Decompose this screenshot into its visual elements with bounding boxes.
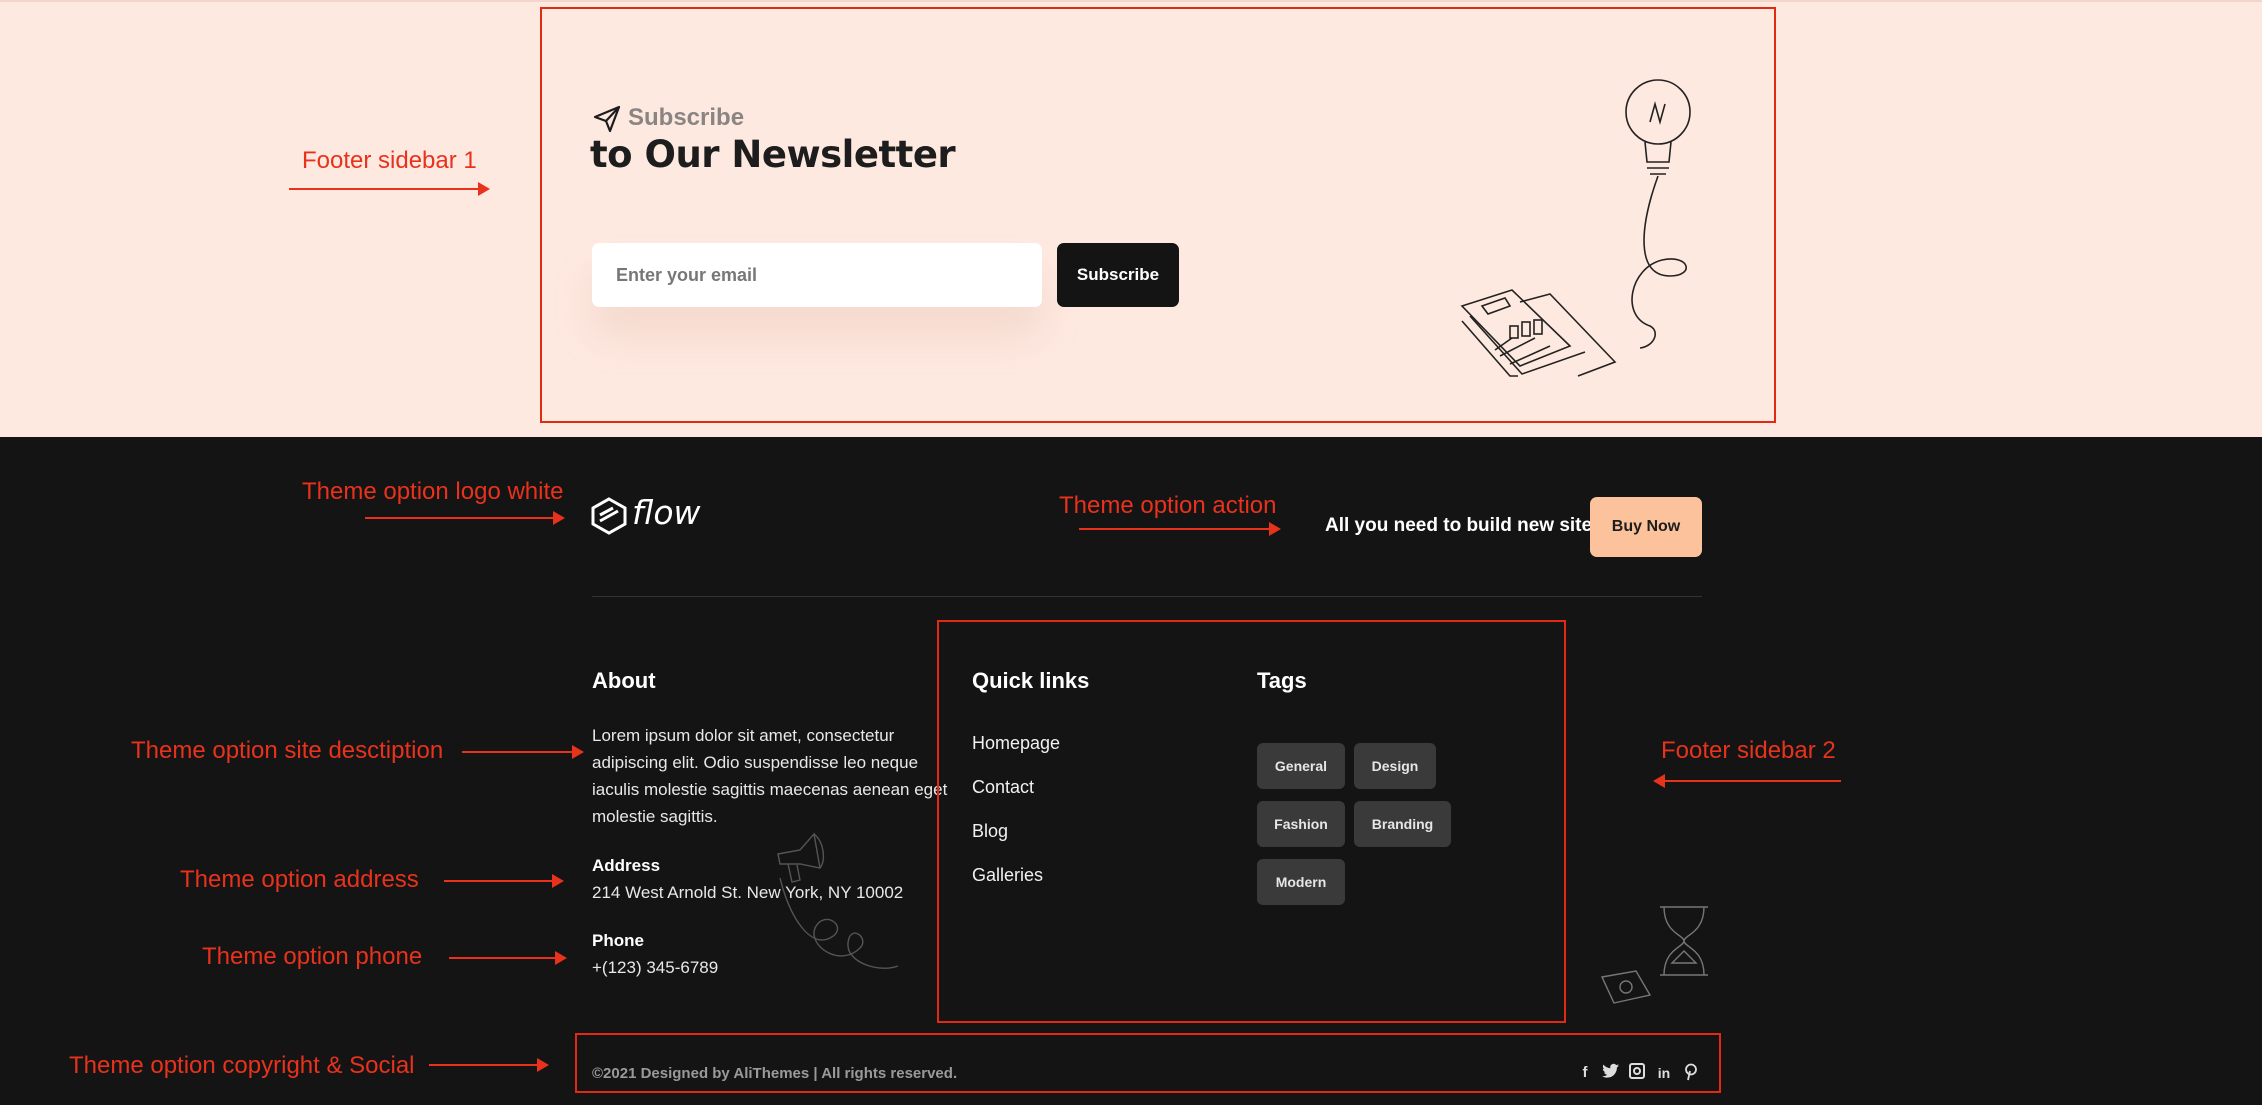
annotation-logo-white: Theme option logo white <box>302 478 564 505</box>
pinterest-icon[interactable] <box>1681 1063 1701 1083</box>
megaphone-illustration <box>770 828 910 973</box>
annotation-arrow <box>429 1058 549 1072</box>
tag-general[interactable]: General <box>1257 743 1345 789</box>
newsletter-eyebrow: Subscribe <box>628 104 745 131</box>
site-description: Lorem ipsum dolor sit amet, consectetur … <box>592 722 952 830</box>
annotation-action: Theme option action <box>1059 492 1277 519</box>
quick-link-galleries[interactable]: Galleries <box>972 865 1043 886</box>
copyright-text: ©2021 Designed by AliThemes | All rights… <box>592 1065 958 1082</box>
email-input[interactable] <box>592 243 1042 307</box>
quick-link-blog[interactable]: Blog <box>972 821 1008 842</box>
annotation-arrow <box>289 182 490 196</box>
facebook-icon[interactable]: f <box>1575 1063 1595 1083</box>
annotation-arrow <box>1079 522 1281 536</box>
twitter-icon[interactable] <box>1601 1063 1621 1083</box>
instagram-icon[interactable] <box>1627 1063 1647 1083</box>
address-label: Address <box>592 856 661 875</box>
site-description-line: adipiscing elit. Odio suspendisse leo ne… <box>592 753 919 772</box>
footer-divider <box>592 596 1702 597</box>
phone-text: +(123) 345-6789 <box>592 958 719 977</box>
logo-text[interactable]: flow <box>632 493 701 532</box>
tag-fashion[interactable]: Fashion <box>1257 801 1345 847</box>
annotation-arrow <box>365 511 565 525</box>
tag-modern[interactable]: Modern <box>1257 859 1345 905</box>
annotation-footer-sidebar-1: Footer sidebar 1 <box>302 147 477 174</box>
annotation-arrow <box>449 951 567 965</box>
annotation-footer-sidebar-2: Footer sidebar 2 <box>1661 737 1836 764</box>
annotation-arrow <box>1653 774 1841 788</box>
send-icon <box>592 104 622 134</box>
hourglass-money-illustration <box>1598 903 1720 1013</box>
annotation-arrow <box>444 874 564 888</box>
annotation-arrow <box>462 745 584 759</box>
annotation-copyright-social: Theme option copyright & Social <box>69 1052 415 1079</box>
annotation-address: Theme option address <box>180 866 419 893</box>
tags-heading: Tags <box>1257 668 1307 693</box>
linkedin-icon[interactable]: in <box>1654 1063 1674 1083</box>
lightbulb-newspaper-illustration <box>1450 76 1710 411</box>
site-description-line: molestie sagittis. <box>592 807 718 826</box>
subscribe-button[interactable]: Subscribe <box>1057 243 1179 307</box>
copyright-social-box <box>575 1033 1721 1093</box>
quick-link-homepage[interactable]: Homepage <box>972 733 1060 754</box>
newsletter-title: to Our Newsletter <box>590 133 956 176</box>
site-description-line: iaculis molestie sagittis maecenas aenea… <box>592 780 948 799</box>
action-text: All you need to build new site <box>1325 515 1593 536</box>
annotation-phone: Theme option phone <box>202 943 423 970</box>
buy-now-button[interactable]: Buy Now <box>1590 497 1702 557</box>
phone-label: Phone <box>592 931 644 950</box>
tag-branding[interactable]: Branding <box>1354 801 1451 847</box>
annotation-site-description: Theme option site desctiption <box>131 737 444 764</box>
logo-icon <box>591 497 627 535</box>
site-description-line: Lorem ipsum dolor sit amet, consectetur <box>592 726 895 745</box>
about-heading: About <box>592 668 656 693</box>
quick-links-heading: Quick links <box>972 668 1090 693</box>
tag-design[interactable]: Design <box>1354 743 1436 789</box>
quick-link-contact[interactable]: Contact <box>972 777 1034 798</box>
top-divider <box>0 0 2262 2</box>
